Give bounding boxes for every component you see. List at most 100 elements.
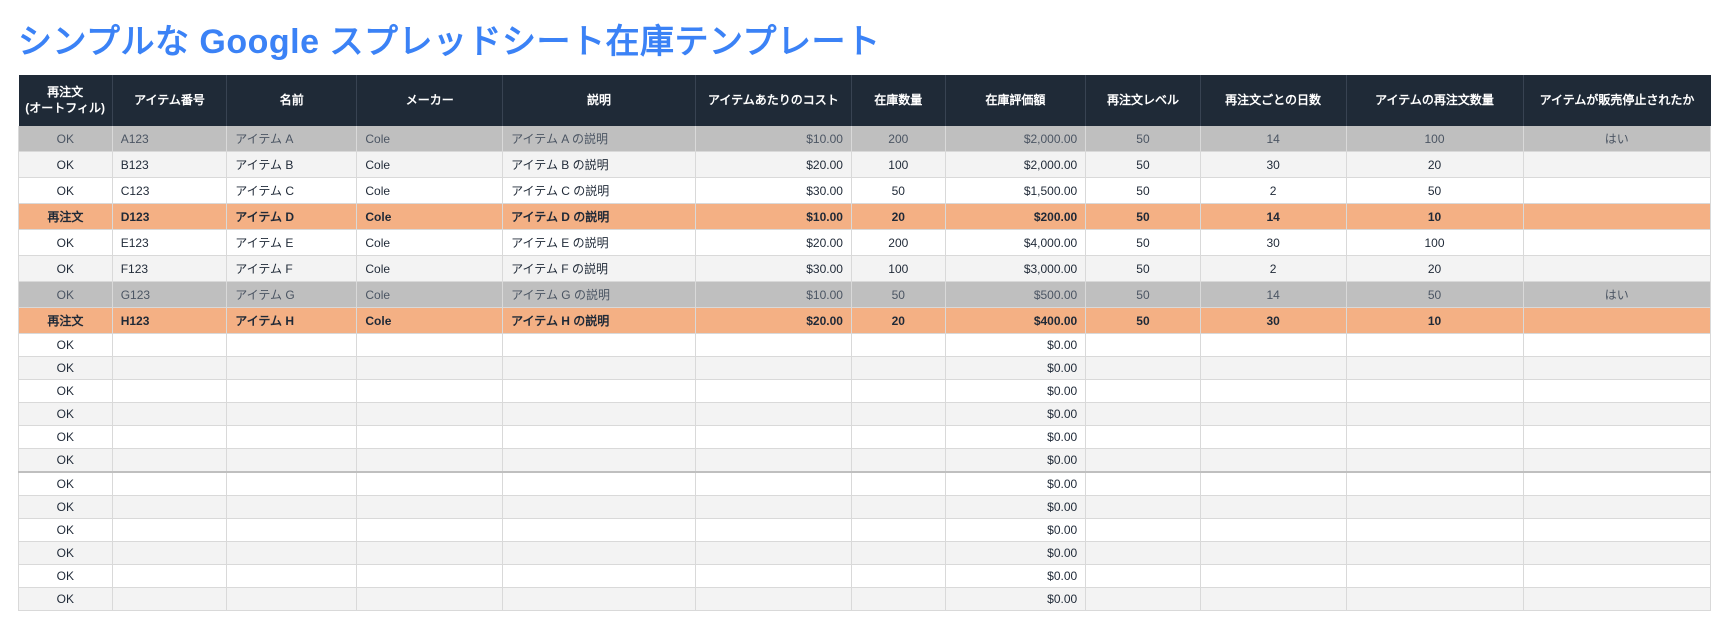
cell-cost[interactable] [695, 496, 851, 519]
cell-name[interactable] [227, 496, 357, 519]
cell-cost[interactable]: $10.00 [695, 204, 851, 230]
cell-reorder_qty[interactable]: 50 [1346, 282, 1523, 308]
cell-reorder_lvl[interactable] [1086, 496, 1201, 519]
cell-discontinued[interactable] [1523, 178, 1711, 204]
cell-reorder_lvl[interactable]: 50 [1086, 308, 1201, 334]
table-row[interactable]: OK$0.00 [19, 472, 1711, 496]
cell-item_no[interactable]: A123 [112, 126, 227, 152]
cell-reorder_qty[interactable] [1346, 426, 1523, 449]
cell-maker[interactable] [357, 357, 503, 380]
cell-discontinued[interactable] [1523, 426, 1711, 449]
cell-discontinued[interactable] [1523, 380, 1711, 403]
cell-qty[interactable] [851, 380, 945, 403]
cell-cost[interactable] [695, 380, 851, 403]
cell-value[interactable]: $2,000.00 [945, 126, 1086, 152]
cell-reorder_qty[interactable]: 10 [1346, 308, 1523, 334]
cell-qty[interactable] [851, 519, 945, 542]
cell-days[interactable] [1200, 449, 1346, 473]
cell-status[interactable]: OK [19, 334, 113, 357]
cell-reorder_qty[interactable] [1346, 449, 1523, 473]
cell-name[interactable] [227, 334, 357, 357]
cell-name[interactable] [227, 472, 357, 496]
cell-cost[interactable]: $30.00 [695, 256, 851, 282]
cell-item_no[interactable]: C123 [112, 178, 227, 204]
table-row[interactable]: OKG123アイテム GColeアイテム G の説明$10.0050$500.0… [19, 282, 1711, 308]
cell-name[interactable]: アイテム E [227, 230, 357, 256]
cell-discontinued[interactable] [1523, 565, 1711, 588]
cell-desc[interactable] [503, 519, 696, 542]
cell-value[interactable]: $0.00 [945, 496, 1086, 519]
cell-value[interactable]: $0.00 [945, 403, 1086, 426]
cell-reorder_lvl[interactable] [1086, 565, 1201, 588]
cell-name[interactable] [227, 380, 357, 403]
cell-maker[interactable]: Cole [357, 126, 503, 152]
table-row[interactable]: 再注文H123アイテム HColeアイテム H の説明$20.0020$400.… [19, 308, 1711, 334]
cell-maker[interactable]: Cole [357, 152, 503, 178]
table-row[interactable]: OKE123アイテム EColeアイテム E の説明$20.00200$4,00… [19, 230, 1711, 256]
cell-qty[interactable]: 50 [851, 282, 945, 308]
cell-days[interactable]: 30 [1200, 230, 1346, 256]
cell-days[interactable]: 2 [1200, 178, 1346, 204]
cell-value[interactable]: $0.00 [945, 519, 1086, 542]
cell-item_no[interactable]: H123 [112, 308, 227, 334]
cell-discontinued[interactable]: はい [1523, 282, 1711, 308]
cell-desc[interactable]: アイテム H の説明 [503, 308, 696, 334]
cell-reorder_lvl[interactable] [1086, 472, 1201, 496]
cell-item_no[interactable] [112, 449, 227, 473]
cell-name[interactable] [227, 449, 357, 473]
cell-maker[interactable] [357, 519, 503, 542]
cell-cost[interactable] [695, 426, 851, 449]
table-row[interactable]: OK$0.00 [19, 426, 1711, 449]
table-row[interactable]: OK$0.00 [19, 357, 1711, 380]
cell-qty[interactable]: 100 [851, 256, 945, 282]
cell-value[interactable]: $3,000.00 [945, 256, 1086, 282]
cell-status[interactable]: OK [19, 449, 113, 473]
cell-status[interactable]: OK [19, 496, 113, 519]
cell-reorder_lvl[interactable]: 50 [1086, 230, 1201, 256]
table-row[interactable]: OK$0.00 [19, 588, 1711, 611]
cell-maker[interactable]: Cole [357, 204, 503, 230]
cell-days[interactable] [1200, 357, 1346, 380]
cell-status[interactable]: OK [19, 588, 113, 611]
cell-reorder_qty[interactable]: 100 [1346, 230, 1523, 256]
cell-days[interactable] [1200, 426, 1346, 449]
cell-qty[interactable] [851, 403, 945, 426]
cell-reorder_qty[interactable]: 20 [1346, 256, 1523, 282]
cell-qty[interactable]: 200 [851, 230, 945, 256]
cell-qty[interactable]: 20 [851, 204, 945, 230]
cell-qty[interactable] [851, 449, 945, 473]
cell-reorder_lvl[interactable] [1086, 449, 1201, 473]
cell-reorder_lvl[interactable] [1086, 334, 1201, 357]
cell-item_no[interactable] [112, 496, 227, 519]
cell-cost[interactable]: $30.00 [695, 178, 851, 204]
cell-qty[interactable] [851, 588, 945, 611]
cell-maker[interactable] [357, 496, 503, 519]
cell-reorder_qty[interactable] [1346, 472, 1523, 496]
cell-reorder_lvl[interactable]: 50 [1086, 204, 1201, 230]
cell-discontinued[interactable] [1523, 204, 1711, 230]
cell-days[interactable] [1200, 472, 1346, 496]
cell-status[interactable]: OK [19, 357, 113, 380]
cell-name[interactable] [227, 519, 357, 542]
cell-reorder_lvl[interactable]: 50 [1086, 282, 1201, 308]
cell-desc[interactable] [503, 588, 696, 611]
cell-reorder_lvl[interactable] [1086, 403, 1201, 426]
cell-maker[interactable]: Cole [357, 308, 503, 334]
cell-name[interactable]: アイテム B [227, 152, 357, 178]
cell-days[interactable] [1200, 380, 1346, 403]
cell-discontinued[interactable] [1523, 519, 1711, 542]
cell-qty[interactable] [851, 426, 945, 449]
cell-cost[interactable] [695, 472, 851, 496]
cell-maker[interactable]: Cole [357, 282, 503, 308]
cell-maker[interactable]: Cole [357, 256, 503, 282]
cell-name[interactable] [227, 357, 357, 380]
cell-item_no[interactable]: F123 [112, 256, 227, 282]
table-row[interactable]: OK$0.00 [19, 403, 1711, 426]
cell-cost[interactable] [695, 357, 851, 380]
cell-item_no[interactable]: D123 [112, 204, 227, 230]
cell-days[interactable]: 2 [1200, 256, 1346, 282]
cell-value[interactable]: $0.00 [945, 334, 1086, 357]
cell-value[interactable]: $0.00 [945, 542, 1086, 565]
cell-discontinued[interactable] [1523, 308, 1711, 334]
cell-maker[interactable] [357, 380, 503, 403]
